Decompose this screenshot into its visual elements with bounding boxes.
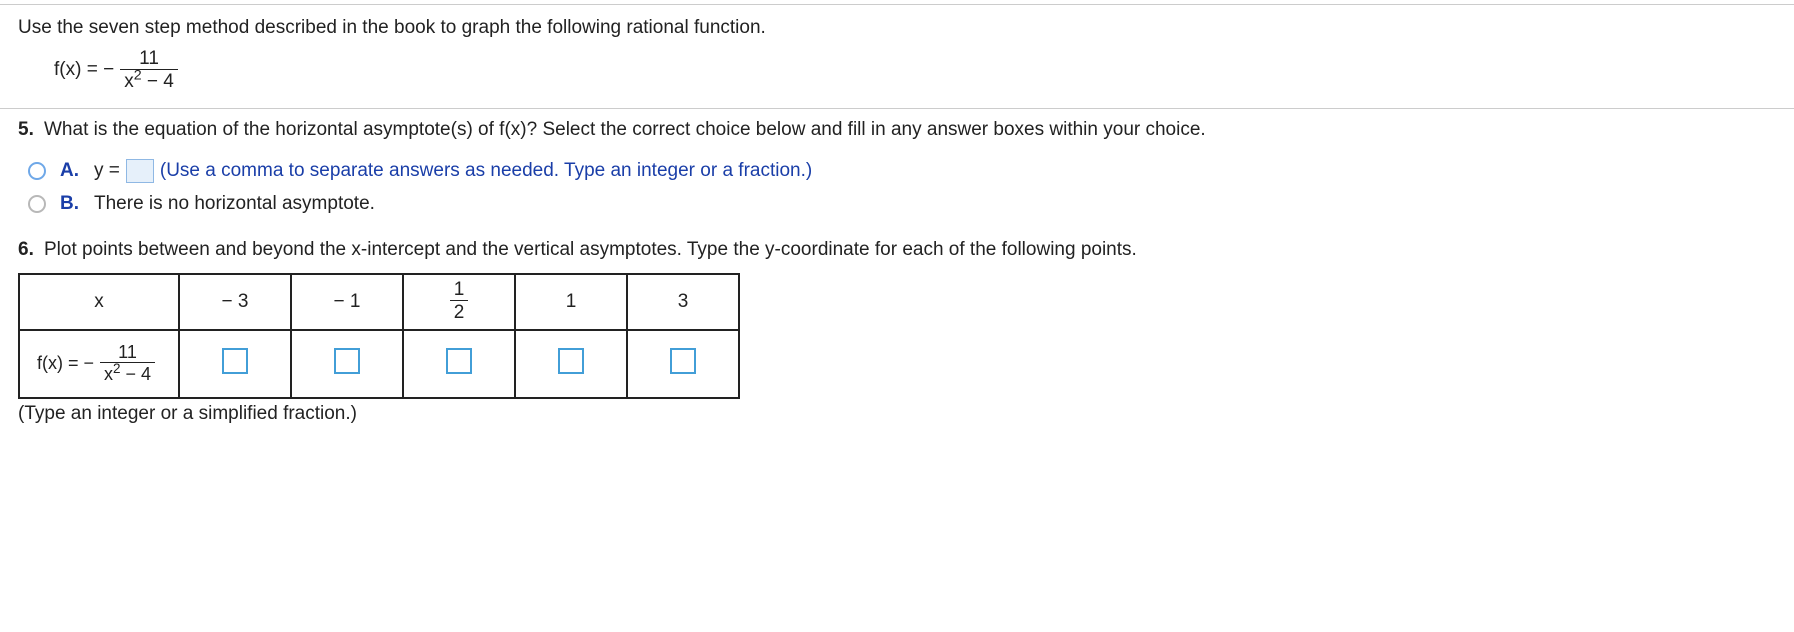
y-input-2[interactable] (334, 348, 360, 374)
table-x-col-3: 1 2 (403, 274, 515, 330)
choice-a-hint: (Use a comma to separate answers as need… (160, 160, 812, 182)
radio-choice-b[interactable] (28, 195, 46, 213)
question-6-number: 6. (18, 239, 44, 261)
table-x-col-5: 3 (627, 274, 739, 330)
fn-lhs: f(x) = − (54, 59, 114, 81)
choice-a-label: A. (60, 160, 84, 182)
table-row: x − 3 − 1 1 2 1 3 (19, 274, 739, 330)
choice-b-text: There is no horizontal asymptote. (94, 193, 375, 215)
table-x-col-4: 1 (515, 274, 627, 330)
question-5-number: 5. (18, 119, 44, 141)
choice-a-pre: y = (94, 160, 120, 182)
points-table: x − 3 − 1 1 2 1 3 f(x) = − 11 x2 − 4 (18, 273, 740, 399)
choice-b-row[interactable]: B. There is no horizontal asymptote. (28, 193, 1776, 215)
y-input-3[interactable] (446, 348, 472, 374)
input-format-note: (Type an integer or a simplified fractio… (0, 399, 1794, 425)
y-input-5[interactable] (670, 348, 696, 374)
y-input-1[interactable] (222, 348, 248, 374)
y-input-4[interactable] (558, 348, 584, 374)
table-header-x: x (19, 274, 179, 330)
intro-text: Use the seven step method described in t… (18, 17, 1776, 39)
fn-numerator: 11 (120, 49, 178, 70)
table-row: f(x) = − 11 x2 − 4 (19, 330, 739, 398)
table-x-col-2: − 1 (291, 274, 403, 330)
fn-fraction: 11 x2 − 4 (120, 49, 178, 92)
choice-a-row[interactable]: A. y = (Use a comma to separate answers … (28, 159, 1776, 183)
radio-choice-a[interactable] (28, 162, 46, 180)
question-5-text: What is the equation of the horizontal a… (44, 119, 1206, 141)
choice-b-label: B. (60, 193, 84, 215)
function-definition: f(x) = − 11 x2 − 4 (54, 49, 184, 92)
table-x-col-1: − 3 (179, 274, 291, 330)
table-row-fn-label: f(x) = − 11 x2 − 4 (19, 330, 179, 398)
choice-a-input[interactable] (126, 159, 154, 183)
question-6-text: Plot points between and beyond the x-int… (44, 239, 1137, 261)
fn-denominator: x2 − 4 (120, 70, 178, 92)
